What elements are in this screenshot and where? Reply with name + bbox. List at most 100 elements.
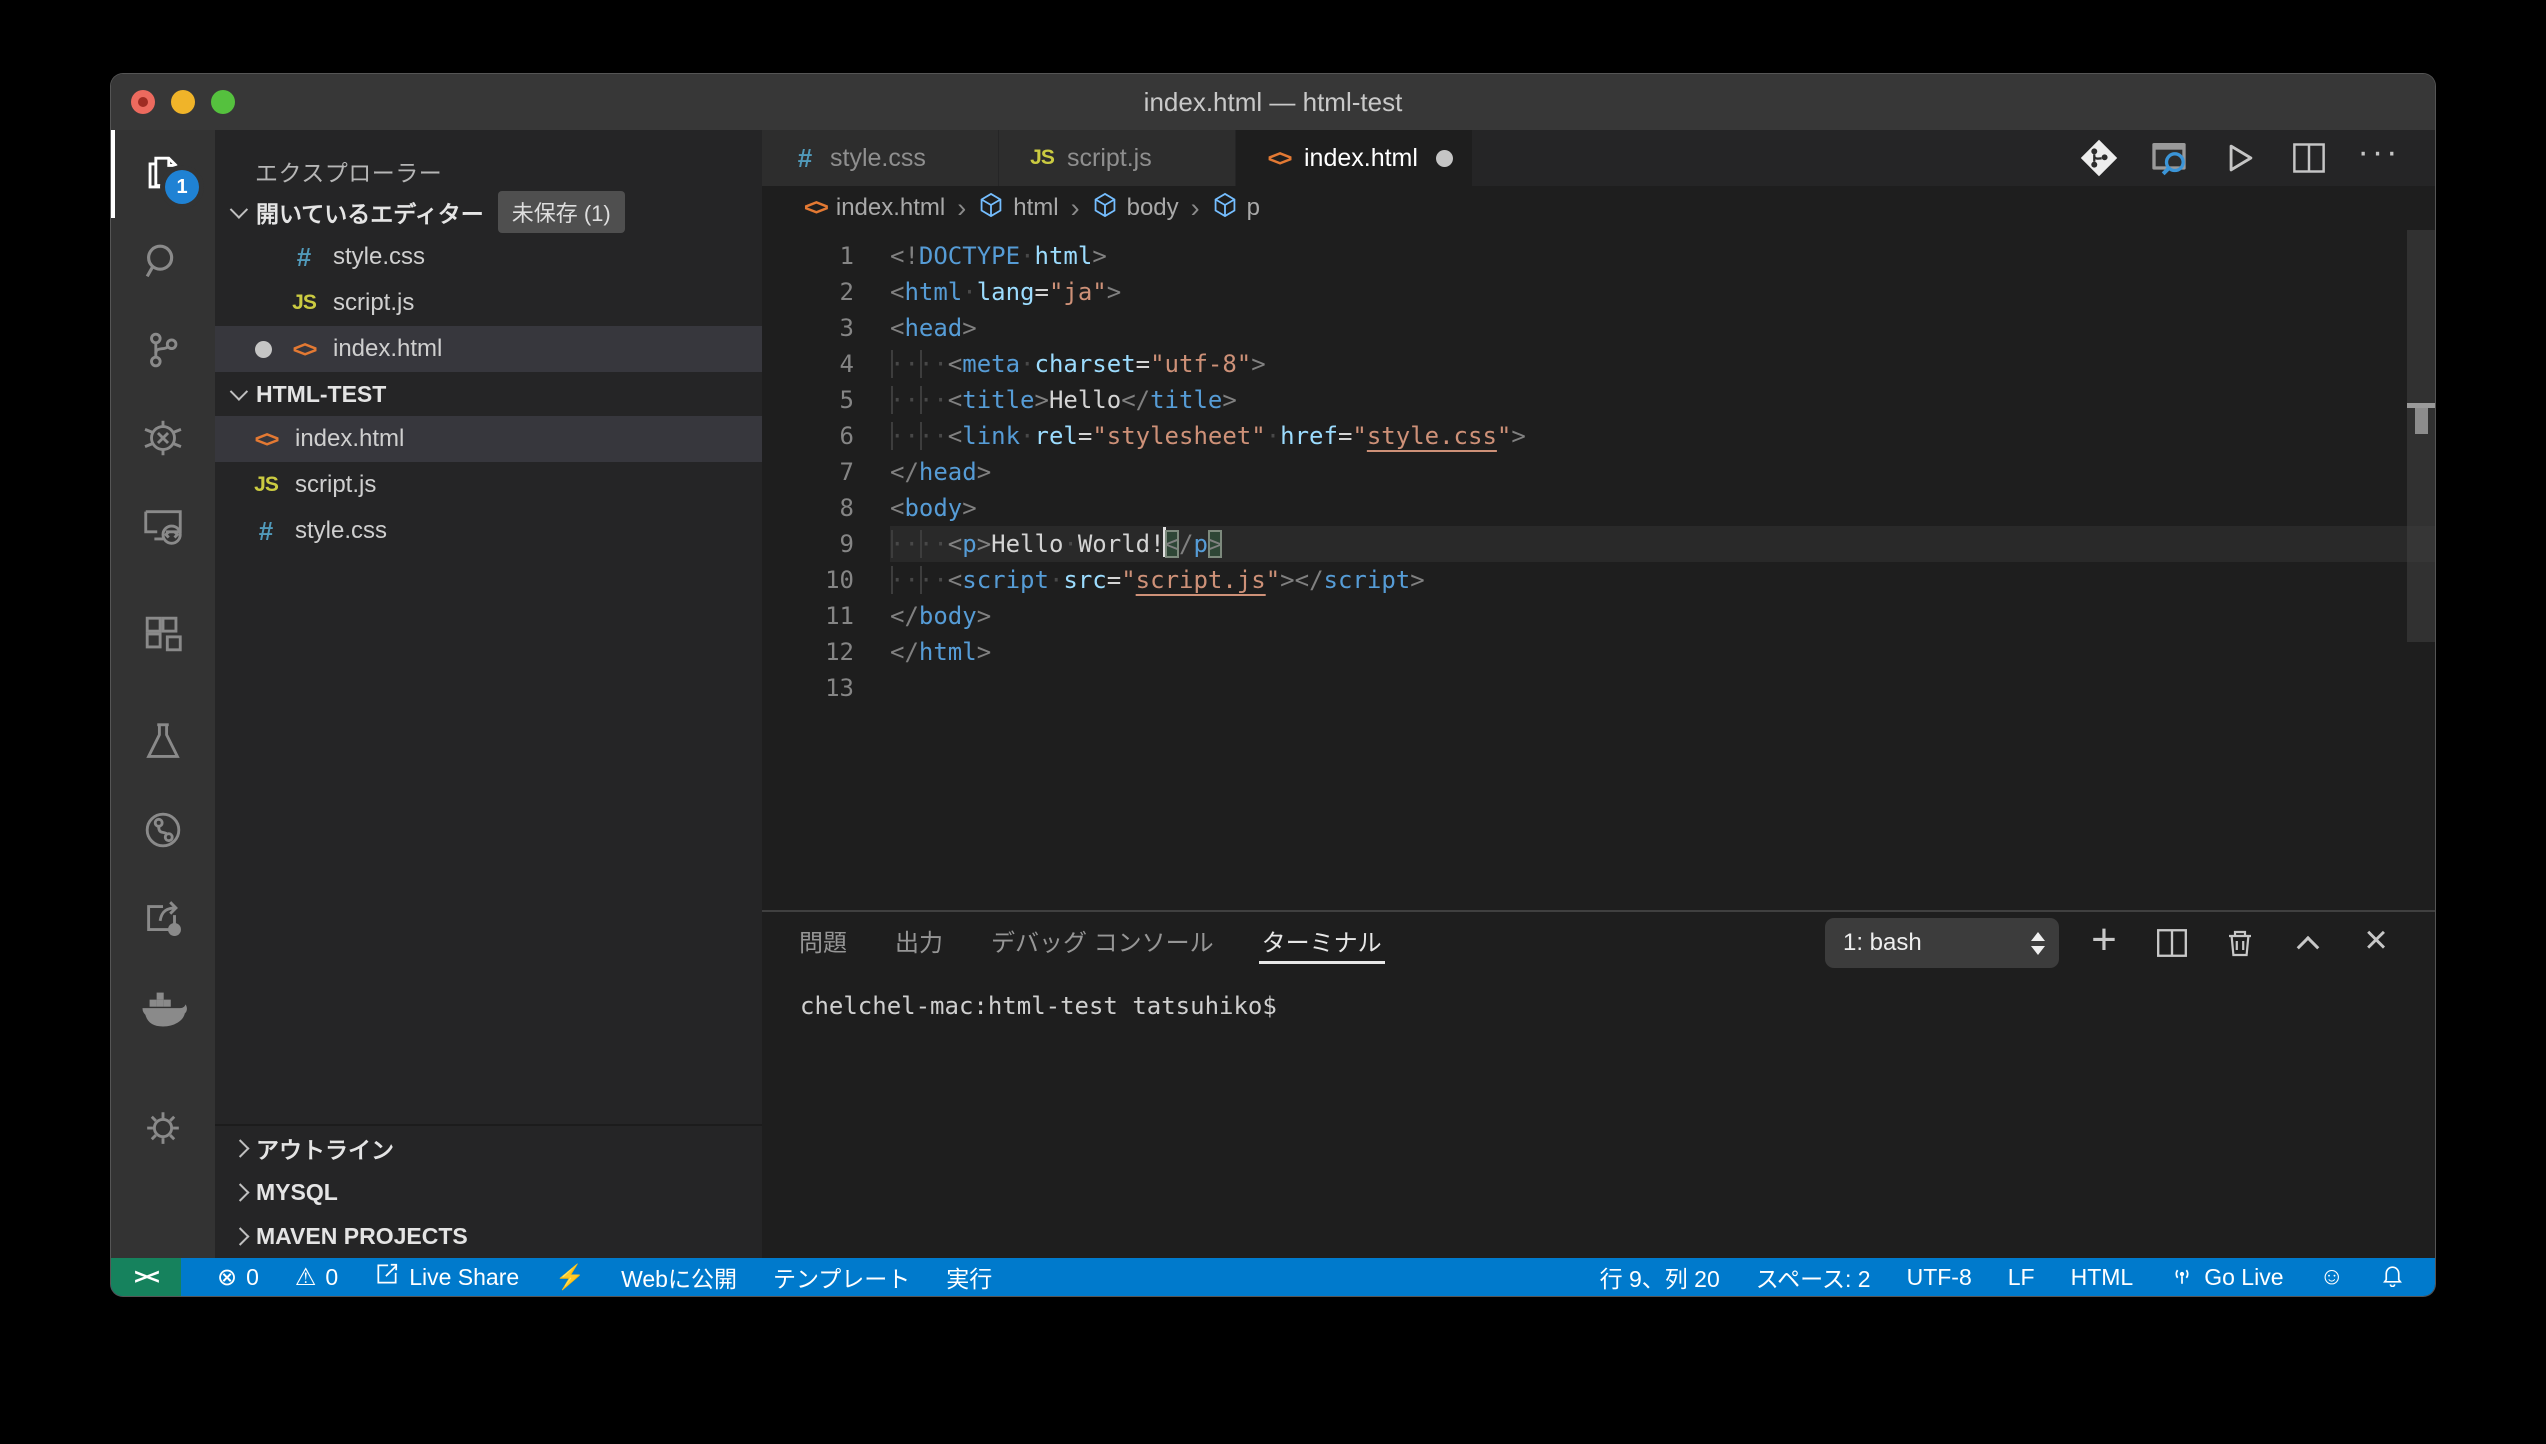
sidebar-section-maven-projects[interactable]: MAVEN PROJECTS <box>215 1214 762 1258</box>
code-token: · <box>1063 530 1077 558</box>
panel-tab-デバッグ コンソール[interactable]: デバッグ コンソール <box>988 920 1217 964</box>
indent-whitespace: ···· <box>890 350 948 378</box>
tab-script.js[interactable]: JSscript.js <box>999 130 1236 186</box>
code-token: "ja" <box>1049 278 1107 306</box>
close-window-button[interactable] <box>131 90 155 114</box>
status-item[interactable]: ☺ <box>2319 1263 2344 1291</box>
activity-debug[interactable] <box>111 394 215 482</box>
file-name: style.css <box>295 517 387 545</box>
open-preview-button[interactable] <box>2147 136 2191 180</box>
tab-index.html[interactable]: <>index.html <box>1236 130 1473 186</box>
dirty-dot-slot <box>255 234 287 280</box>
file-tree-item[interactable]: <>index.html <box>215 416 762 462</box>
kill-terminal-button[interactable] <box>2217 920 2263 966</box>
remote-indicator[interactable]: >< <box>111 1258 181 1296</box>
activity-gitlens[interactable] <box>111 786 215 874</box>
status-text: Webに公開 <box>621 1260 737 1294</box>
code-line[interactable]: 10····<script·src="script.js"></script> <box>762 562 2435 598</box>
status-item[interactable]: HTML <box>2071 1264 2134 1291</box>
code-line[interactable]: 7</head> <box>762 454 2435 490</box>
activity-settings[interactable] <box>111 1084 215 1172</box>
terminal-select[interactable]: 1: bash <box>1825 918 2059 968</box>
terminal-output[interactable]: chelchel-mac:html-test tatsuhiko$ <box>762 974 2435 1258</box>
breadcrumb-item[interactable]: p <box>1212 192 1260 225</box>
code-line[interactable]: 13 <box>762 670 2435 706</box>
status-item[interactable]: ⊗0 <box>217 1263 259 1292</box>
git-button[interactable] <box>2077 136 2121 180</box>
sidebar-section-アウトライン[interactable]: アウトライン <box>215 1126 762 1170</box>
status-item[interactable]: スペース: 2 <box>1756 1260 1871 1294</box>
activity-live-share[interactable] <box>111 874 215 962</box>
bottom-panel: 問題出力デバッグ コンソールターミナル 1: bash + <box>762 910 2435 1258</box>
code-line[interactable]: 8<body> <box>762 490 2435 526</box>
breadcrumb-item[interactable]: body <box>1092 192 1179 225</box>
zoom-window-button[interactable] <box>211 90 235 114</box>
code-token: / <box>1179 530 1193 558</box>
status-item[interactable]: 実行 <box>946 1260 992 1294</box>
status-item[interactable]: Webに公開 <box>621 1260 737 1294</box>
code-line[interactable]: 6····<link·rel="stylesheet"·href="style.… <box>762 418 2435 454</box>
more-actions-button[interactable]: ··· <box>2357 136 2401 180</box>
status-item[interactable]: ⚡ <box>555 1263 585 1292</box>
split-terminal-button[interactable] <box>2149 920 2195 966</box>
code-line[interactable]: 5····<title>Hello</title> <box>762 382 2435 418</box>
open-editor-item[interactable]: #style.css <box>215 234 762 280</box>
code-line[interactable]: 1<!DOCTYPE·html> <box>762 238 2435 274</box>
close-panel-button[interactable]: × <box>2353 920 2399 966</box>
split-editor-button[interactable] <box>2287 136 2331 180</box>
status-item[interactable] <box>2380 1262 2405 1293</box>
js-icon: JS <box>292 291 316 315</box>
open-editor-item[interactable]: JSscript.js <box>215 280 762 326</box>
file-tree-item[interactable]: JSscript.js <box>215 462 762 508</box>
tab-label: index.html <box>1304 144 1418 173</box>
run-button[interactable] <box>2217 136 2261 180</box>
panel-tab-出力[interactable]: 出力 <box>892 920 946 964</box>
code-line[interactable]: 3<head> <box>762 310 2435 346</box>
tab-style.css[interactable]: #style.css <box>762 130 999 186</box>
code-line[interactable]: 2<html·lang="ja"> <box>762 274 2435 310</box>
activity-extensions[interactable] <box>111 590 215 678</box>
folder-header[interactable]: HTML-TEST <box>215 372 762 416</box>
code-line[interactable]: 12</html> <box>762 634 2435 670</box>
sidebar-section-mysql[interactable]: MYSQL <box>215 1170 762 1214</box>
status-item[interactable]: ⚠0 <box>295 1263 338 1292</box>
new-terminal-button[interactable]: + <box>2081 920 2127 966</box>
line-number: 3 <box>762 310 890 346</box>
file-tree-item[interactable]: #style.css <box>215 508 762 554</box>
maximize-panel-button[interactable] <box>2285 920 2331 966</box>
line-number: 12 <box>762 634 890 670</box>
status-item[interactable]: UTF-8 <box>1907 1264 1972 1291</box>
panel-tab-ターミナル[interactable]: ターミナル <box>1259 920 1385 964</box>
js-icon: JS <box>254 473 278 497</box>
activity-remote-explorer[interactable] <box>111 482 215 570</box>
activity-docker[interactable] <box>111 962 215 1050</box>
dirty-dot-icon[interactable] <box>1436 150 1453 167</box>
status-item[interactable]: Go Live <box>2169 1261 2283 1293</box>
code-editor[interactable]: 1<!DOCTYPE·html>2<html·lang="ja">3<head>… <box>762 230 2435 910</box>
dirty-dot-icon <box>255 326 287 372</box>
status-item[interactable]: 行 9、列 20 <box>1600 1260 1720 1294</box>
code-token: > <box>977 458 991 486</box>
code-line[interactable]: 9····<p>Hello·World!</p> <box>762 526 2435 562</box>
open-editors-header[interactable]: 開いているエディター 未保存 (1) <box>215 190 762 234</box>
status-item[interactable]: LF <box>2008 1264 2035 1291</box>
code-token: Hello <box>991 530 1063 558</box>
status-item[interactable]: Live Share <box>374 1261 519 1293</box>
editor-scrollbar[interactable] <box>2407 230 2435 642</box>
breadcrumb-item[interactable]: html <box>978 192 1058 225</box>
code-token: script.js <box>1136 566 1266 594</box>
status-item[interactable]: テンプレート <box>773 1260 910 1294</box>
remote-icon: >< <box>134 1264 158 1290</box>
activity-explorer[interactable]: 1 <box>111 130 215 218</box>
activity-search[interactable] <box>111 218 215 306</box>
open-editor-item[interactable]: <>index.html <box>215 326 762 372</box>
breadcrumb-item[interactable]: <>index.html <box>804 194 945 222</box>
activity-test-beaker[interactable] <box>111 698 215 786</box>
css-icon: # <box>297 242 311 273</box>
code-line[interactable]: 11</body> <box>762 598 2435 634</box>
minimize-window-button[interactable] <box>171 90 195 114</box>
panel-tab-問題[interactable]: 問題 <box>796 920 850 964</box>
code-line[interactable]: 4····<meta·charset="utf-8"> <box>762 346 2435 382</box>
activity-source-control[interactable] <box>111 306 215 394</box>
code-token: · <box>1266 422 1280 450</box>
